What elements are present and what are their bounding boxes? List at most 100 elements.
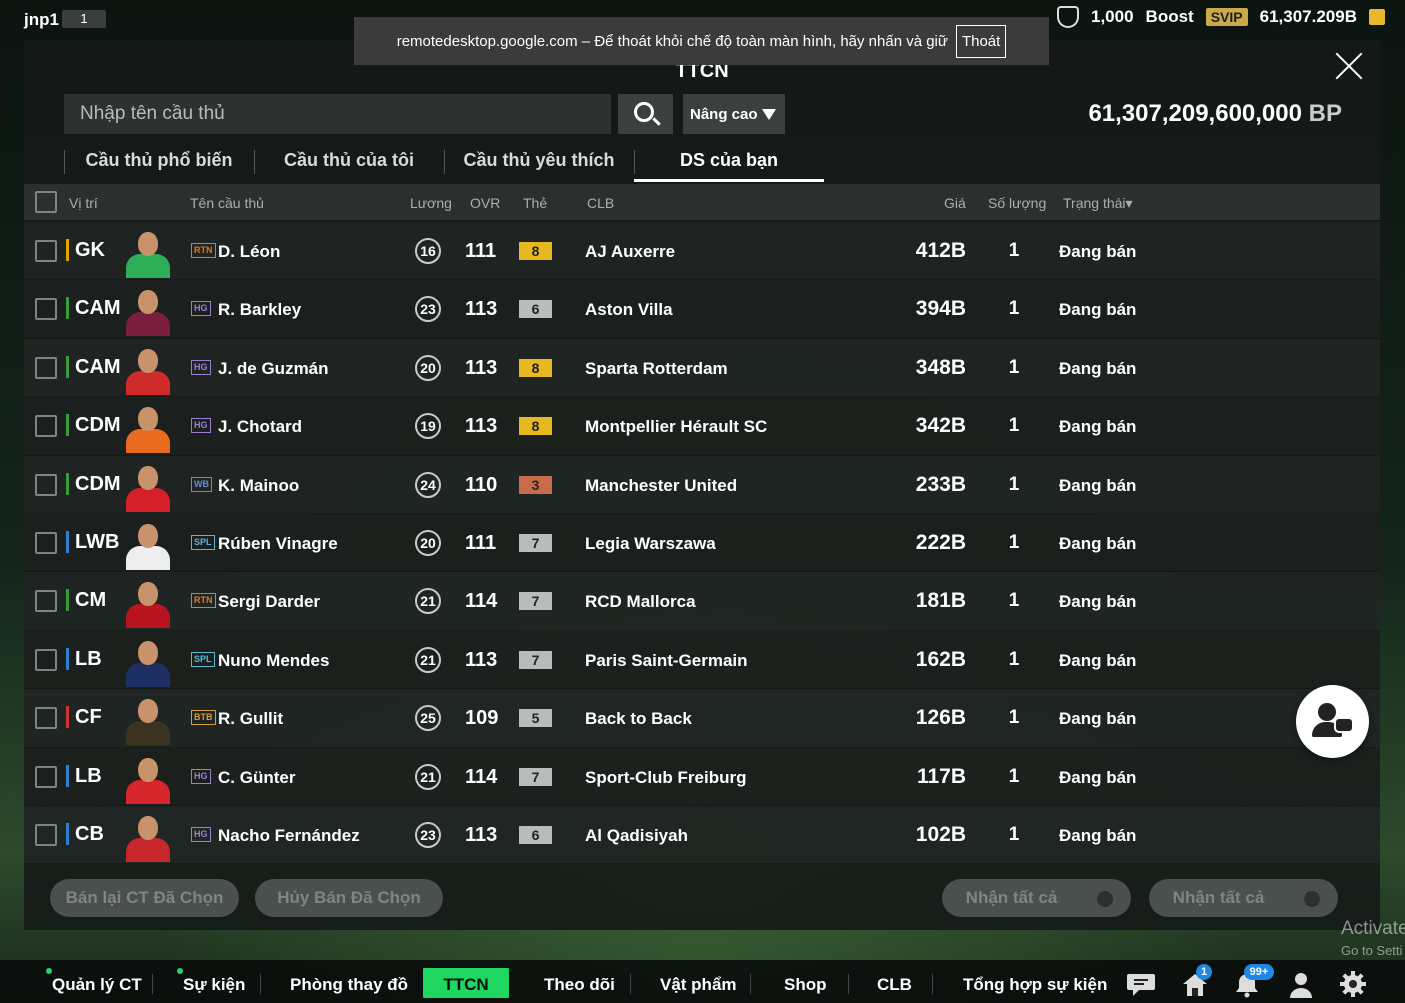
player-position: CDM <box>66 414 121 437</box>
profile-icon[interactable] <box>1286 970 1316 998</box>
table-row[interactable]: CM RTN Sergi Darder 21 114 7 RCD Mallorca 181B 1… <box>24 572 1380 631</box>
listing-price: 348B <box>915 355 966 379</box>
row-checkbox[interactable] <box>35 823 57 846</box>
boost-label[interactable]: Boost <box>1146 7 1194 27</box>
nav-transfer-market[interactable]: TTCN <box>423 968 509 998</box>
listing-price: 102B <box>915 822 966 846</box>
player-position: LB <box>66 647 102 670</box>
player-avatar[interactable] <box>121 752 175 804</box>
table-row[interactable]: LWB SPL Rúben Vinagre 20 111 7 Legia Warszawa 2… <box>24 513 1380 573</box>
player-avatar[interactable] <box>121 226 175 278</box>
player-name[interactable]: R. Barkley <box>218 300 301 320</box>
row-checkbox[interactable] <box>35 531 57 554</box>
table-row[interactable]: CAM HG R. Barkley 23 113 6 Aston Villa 394B 1 Đan… <box>24 280 1380 339</box>
player-avatar[interactable] <box>121 518 175 570</box>
listing-quantity: 1 <box>1008 473 1020 495</box>
player-name[interactable]: K. Mainoo <box>218 476 299 496</box>
settings-gear-icon[interactable] <box>1338 970 1368 998</box>
table-row[interactable]: CAM HG J. de Guzmán 20 113 8 Sparta Rotterdam 3… <box>24 338 1380 398</box>
listing-quantity: 1 <box>1008 298 1020 320</box>
table-row[interactable]: CB HG Nacho Fernández 23 113 6 Al Qadisiyah 102… <box>24 805 1380 865</box>
claim-all-players-button[interactable]: Nhận tất cả <box>942 879 1131 917</box>
nav-club[interactable]: CLB <box>877 968 912 998</box>
player-avatar[interactable] <box>121 576 175 629</box>
header-status[interactable]: Trạng thái▾ <box>1063 195 1133 212</box>
header-price[interactable]: Giá <box>944 195 966 211</box>
player-name[interactable]: Nuno Mendes <box>218 651 329 671</box>
close-icon[interactable] <box>1332 48 1366 82</box>
tab-bar: Cầu thủ phổ biến Cầu thủ của tôi Cầu thủ… <box>64 136 824 182</box>
nav-player-management[interactable]: Quản lý CT <box>46 968 142 998</box>
player-avatar[interactable] <box>121 284 175 337</box>
listing-price: 222B <box>915 530 966 554</box>
chat-support-button[interactable] <box>1296 685 1369 758</box>
tab-my-listings[interactable]: DS của bạn <box>634 136 824 182</box>
watermark-line2: Go to Setti <box>1341 943 1403 958</box>
header-club[interactable]: CLB <box>587 195 614 211</box>
player-avatar[interactable] <box>121 401 175 454</box>
player-name[interactable]: R. Gullit <box>218 709 283 729</box>
nav-event-summary[interactable]: Tổng hợp sự kiện <box>963 968 1107 998</box>
nav-items[interactable]: Vật phẩm <box>660 968 737 998</box>
select-all-checkbox[interactable] <box>35 191 57 213</box>
header-name[interactable]: Tên cầu thủ <box>190 195 264 211</box>
row-checkbox[interactable] <box>35 590 57 613</box>
home-icon[interactable]: 1 <box>1180 964 1212 998</box>
player-position: CB <box>66 822 104 845</box>
player-name[interactable]: Sergi Darder <box>218 592 320 612</box>
table-row[interactable]: CDM WB K. Mainoo 24 110 3 Manchester United 233… <box>24 455 1380 514</box>
row-checkbox[interactable] <box>35 240 57 262</box>
nav-locker-room[interactable]: Phòng thay đồ <box>290 968 408 998</box>
row-checkbox[interactable] <box>35 473 57 496</box>
table-row[interactable]: GK RTN D. Léon 16 111 8 AJ Auxerre 412B 1 Đang bá… <box>24 222 1380 281</box>
player-avatar[interactable] <box>121 693 175 746</box>
player-avatar[interactable] <box>121 810 175 862</box>
header-grade[interactable]: Thẻ <box>523 195 547 211</box>
tab-popular-players[interactable]: Cầu thủ phổ biến <box>64 136 254 182</box>
header-quantity[interactable]: Số lượng <box>988 195 1046 211</box>
tab-my-players[interactable]: Cầu thủ của tôi <box>254 136 444 182</box>
wage-badge: 25 <box>415 705 441 732</box>
advanced-filter-dropdown[interactable]: Nâng cao <box>683 94 785 134</box>
header-position[interactable]: Vị trí <box>69 195 98 211</box>
table-row[interactable]: CDM HG J. Chotard 19 113 8 Montpellier Hérault… <box>24 397 1380 456</box>
claim-all-bp-button[interactable]: Nhận tất cả <box>1149 879 1338 917</box>
row-checkbox[interactable] <box>35 298 57 321</box>
player-name[interactable]: D. Léon <box>218 242 280 262</box>
chat-icon[interactable] <box>1126 970 1156 998</box>
nav-watchlist[interactable]: Theo dõi <box>544 968 615 998</box>
table-row[interactable]: LB SPL Nuno Mendes 21 113 7 Paris Saint-Germai… <box>24 630 1380 690</box>
row-checkbox[interactable] <box>35 415 57 438</box>
search-button[interactable] <box>618 94 673 134</box>
nav-shop[interactable]: Shop <box>784 968 827 998</box>
player-name[interactable]: Nacho Fernández <box>218 826 360 846</box>
search-input[interactable] <box>64 94 611 134</box>
player-name[interactable]: Rúben Vinagre <box>218 534 338 554</box>
player-name[interactable]: C. Günter <box>218 768 295 788</box>
table-row[interactable]: CF BTB R. Gullit 25 109 5 Back to Back 126B 1 Đan… <box>24 689 1380 748</box>
player-name[interactable]: J. Chotard <box>218 417 302 437</box>
claim-all-label: Nhận tất cả <box>1172 888 1265 907</box>
row-checkbox[interactable] <box>35 356 57 379</box>
nav-events[interactable]: Sự kiện <box>177 968 245 998</box>
player-name[interactable]: J. de Guzmán <box>218 359 329 379</box>
player-position: GK <box>66 239 105 261</box>
tab-favorite-players[interactable]: Cầu thủ yêu thích <box>444 136 634 182</box>
row-checkbox[interactable] <box>35 765 57 788</box>
cancel-selected-button[interactable]: Hủy Bán Đã Chọn <box>255 879 443 917</box>
person-chat-icon <box>1318 703 1336 721</box>
header-wage[interactable]: Lương <box>410 195 452 211</box>
wage-badge: 23 <box>415 296 441 323</box>
player-ovr: 110 <box>465 473 498 496</box>
rdp-exit-button[interactable]: Thoát <box>955 24 1007 58</box>
row-checkbox[interactable] <box>35 707 57 730</box>
player-avatar[interactable] <box>121 343 175 395</box>
header-ovr[interactable]: OVR <box>470 195 500 211</box>
table-row[interactable]: LB HG C. Günter 21 114 7 Sport-Club Freiburg 11… <box>24 747 1380 806</box>
bell-icon[interactable]: 99+ <box>1232 964 1274 998</box>
row-checkbox[interactable] <box>35 648 57 671</box>
home-badge: 1 <box>1196 964 1212 980</box>
player-avatar[interactable] <box>121 460 175 512</box>
player-avatar[interactable] <box>121 635 175 687</box>
resell-selected-button[interactable]: Bán lại CT Đã Chọn <box>50 879 239 917</box>
